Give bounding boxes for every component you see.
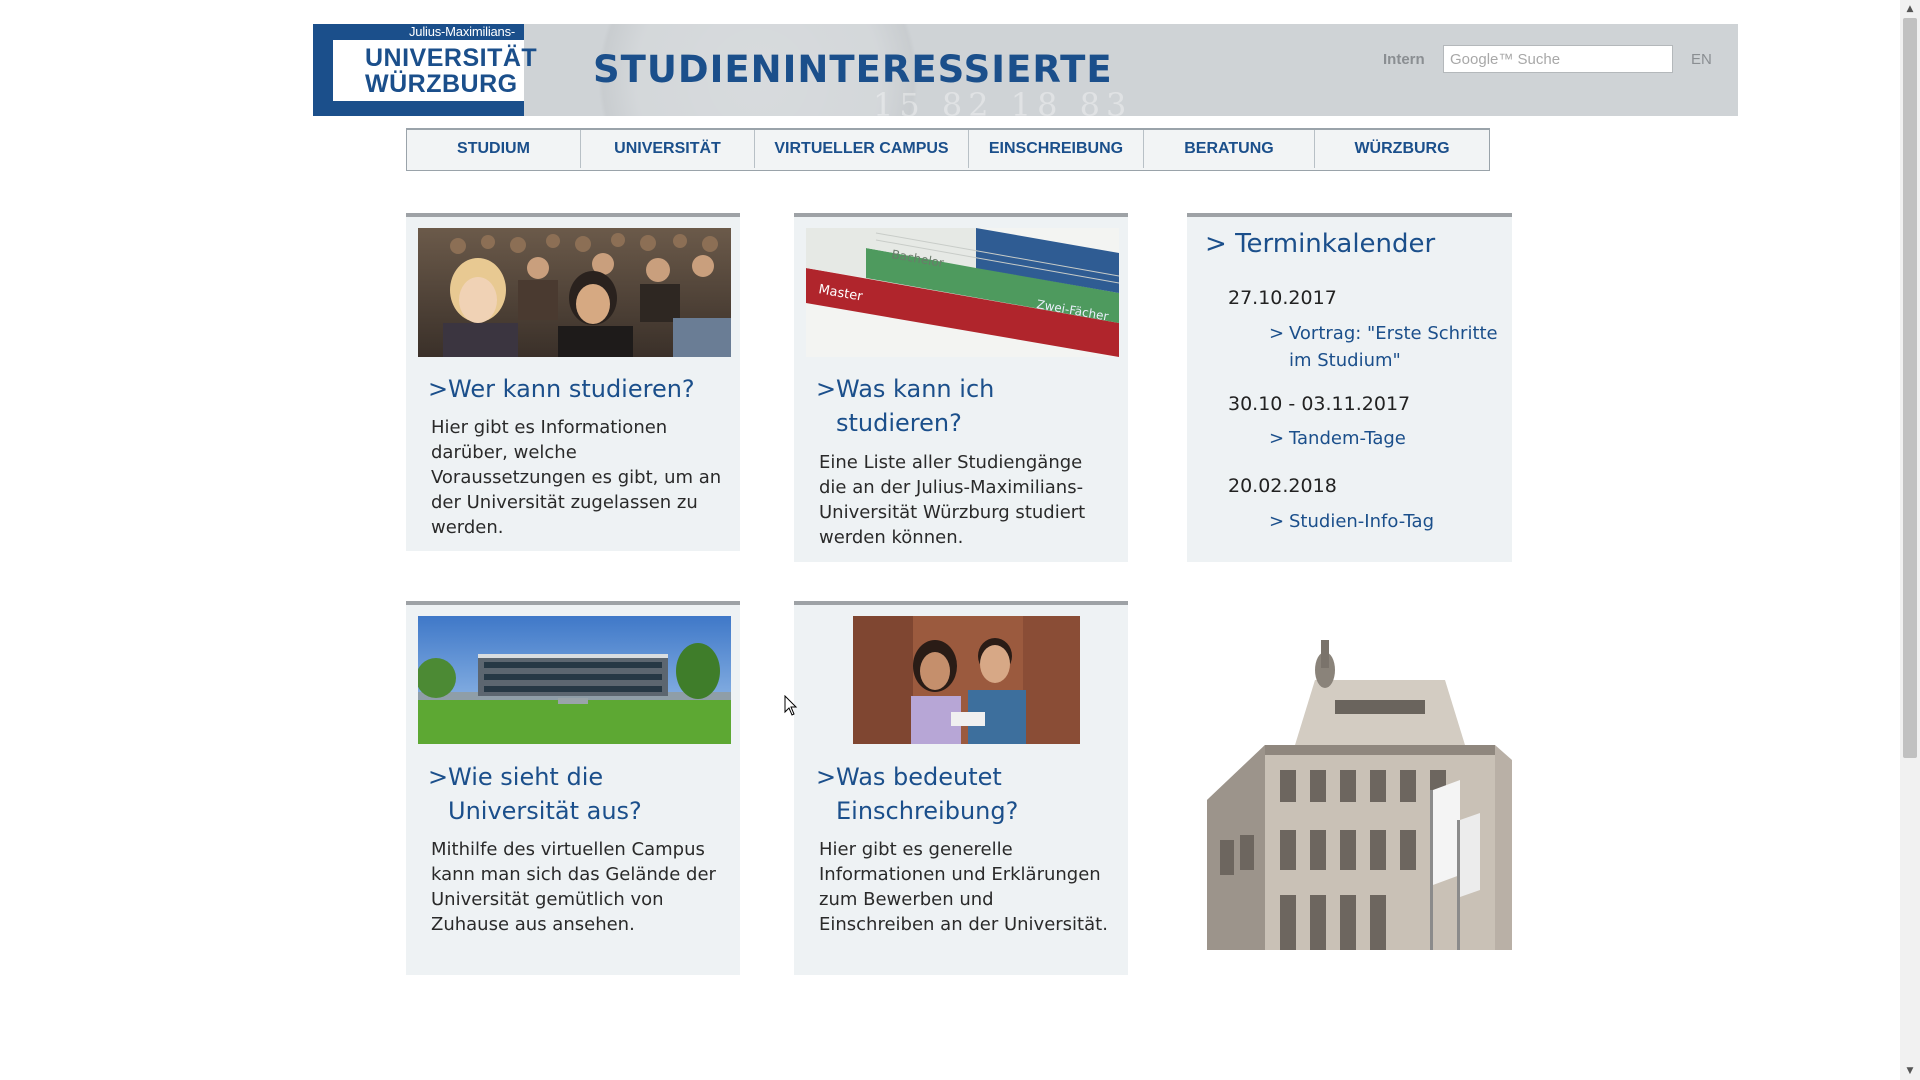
nav-item-universitaet[interactable]: UNIVERSITÄT [581,130,755,168]
nav-item-einschreibung[interactable]: EINSCHREIBUNG [969,130,1144,168]
scroll-up-icon[interactable]: ▲ [1900,0,1920,18]
page-scrollbar[interactable]: ▲ ▼ [1900,0,1920,1080]
university-logo[interactable]: Julius-Maximilians- UNIVERSITÄT WÜRZBURG [313,24,537,116]
box-text-was-bedeutet-einschreibung: Hier gibt es generelle Informationen und… [819,839,1108,935]
calendar-event-vortrag[interactable]: > Vortrag: "Erste Schritte im Studium" [1269,320,1499,374]
info-box-was-kann-ich-studieren: Master Bachelor Zwei-Fächer > Was kann i… [794,213,1128,562]
event-arrow: > [1269,428,1285,449]
students-photo[interactable] [853,616,1080,744]
heading-arrow: > [428,375,449,403]
event-arrow: > [1269,323,1285,344]
calendar-date: 20.02.2018 [1228,475,1337,497]
box-heading-wer-kann-studieren[interactable]: > Wer kann studieren? [428,372,728,406]
event-text: Vortrag: "Erste Schritte im Studium" [1289,323,1498,371]
nav-item-beratung[interactable]: BERATUNG [1144,130,1315,168]
calendar-title[interactable]: > Terminkalender [1205,229,1435,259]
heading-text: Was bedeutet Einschreibung? [836,763,1019,825]
box-text-wer-kann-studieren: Hier gibt es Informationen darüber, welc… [431,417,722,538]
campus-photo[interactable] [418,616,731,744]
calendar-box: > Terminkalender 27.10.2017 > Vortrag: "… [1187,213,1512,562]
scroll-down-icon[interactable]: ▼ [1900,1062,1920,1080]
event-arrow: > [1269,511,1285,532]
box-heading-wie-sieht-die-universitaet-aus[interactable]: > Wie sieht die Universität aus? [428,760,728,828]
nav-item-wuerzburg[interactable]: WÜRZBURG [1315,130,1489,168]
scrollbar-thumb[interactable] [1903,18,1917,758]
info-box-wie-sieht-die-universitaet-aus: > Wie sieht die Universität aus? Mithilf… [406,601,740,975]
event-text: Tandem-Tage [1289,428,1406,449]
calendar-title-text: Terminkalender [1235,229,1436,259]
event-text: Studien-Info-Tag [1289,511,1435,532]
heading-arrow: > [428,763,449,791]
heading-text: Wer kann studieren? [448,375,695,403]
calendar-event-studien-info-tag[interactable]: > Studien-Info-Tag [1269,508,1499,535]
nav-item-studium[interactable]: STUDIUM [407,130,581,168]
heading-arrow: > [816,375,837,403]
heading-text: Wie sieht die Universität aus? [448,763,642,825]
logo-line2: WÜRZBURG [365,70,518,98]
heading-text: Was kann ich studieren? [836,375,995,437]
mouse-pointer-icon [784,694,798,721]
lecture-hall-photo[interactable] [418,228,731,357]
page-title: STUDIENINTERESSIERTE [593,48,1113,91]
logo-top-text: Julius-Maximilians- [409,24,515,39]
info-box-was-bedeutet-einschreibung: > Was bedeutet Einschreibung? Hier gibt … [794,601,1128,975]
intern-link[interactable]: Intern [1383,51,1425,68]
calendar-title-arrow: > [1205,229,1227,259]
box-heading-was-kann-ich-studieren[interactable]: > Was kann ich studieren? [816,372,1116,440]
logo-line1: UNIVERSITÄT [365,44,538,72]
page: 15 82 18 83 Julius-Maximilians- UNIVERSI… [0,0,1920,1080]
university-building-photo [1195,640,1512,950]
study-programs-photo[interactable]: Master Bachelor Zwei-Fächer [806,228,1119,357]
search-input[interactable] [1443,45,1673,73]
box-text-wie-sieht-die-universitaet-aus: Mithilfe des virtuellen Campus kann man … [431,839,716,935]
info-box-wer-kann-studieren: > Wer kann studieren? Hier gibt es Infor… [406,213,740,551]
calendar-date: 30.10 - 03.11.2017 [1228,393,1411,415]
language-switch-link[interactable]: EN [1691,51,1712,68]
header-banner: 15 82 18 83 Julius-Maximilians- UNIVERSI… [313,24,1738,116]
calendar-event-tandem-tage[interactable]: > Tandem-Tage [1269,425,1499,452]
heading-arrow: > [816,763,837,791]
calendar-date: 27.10.2017 [1228,287,1337,309]
box-heading-was-bedeutet-einschreibung[interactable]: > Was bedeutet Einschreibung? [816,760,1116,828]
main-navigation: STUDIUM UNIVERSITÄT VIRTUELLER CAMPUS EI… [406,128,1490,171]
box-text-was-kann-ich-studieren: Eine Liste aller Studiengänge die an der… [819,452,1086,548]
nav-item-virtueller-campus[interactable]: VIRTUELLER CAMPUS [755,130,969,168]
